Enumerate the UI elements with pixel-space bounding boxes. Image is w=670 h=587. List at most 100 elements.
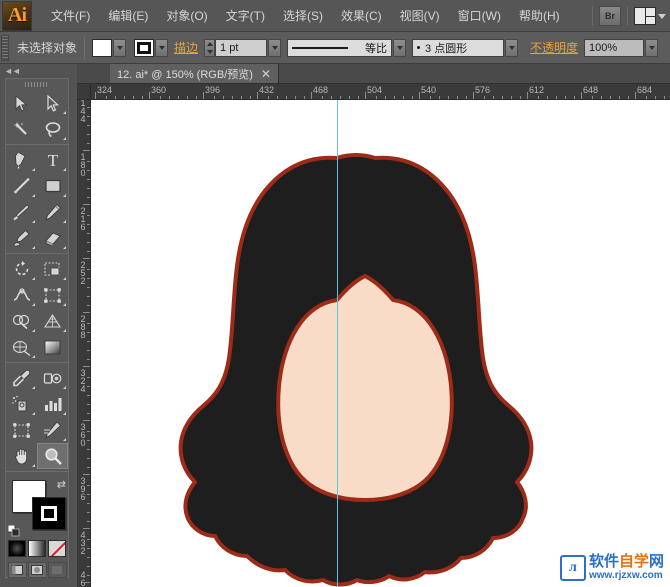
stroke-weight-dropdown-button[interactable] — [268, 38, 282, 57]
swap-fill-stroke-icon[interactable]: ⇄ — [57, 478, 66, 491]
horizontal-ruler[interactable]: 324 360 396 432 468 504 540 576 612 648 … — [77, 84, 670, 100]
menu-edit[interactable]: 编辑(E) — [99, 3, 157, 28]
workspace-switcher-button[interactable] — [634, 7, 666, 25]
menu-select[interactable]: 选择(S) — [274, 3, 332, 28]
stroke-dropdown-button[interactable] — [155, 38, 169, 57]
artboard-canvas[interactable]: л 软件自学网 www.rjzxw.com — [91, 100, 670, 587]
opacity-dropdown-button[interactable] — [645, 38, 659, 57]
zoom-tool[interactable] — [37, 443, 68, 469]
stroke-control[interactable] — [134, 38, 169, 57]
opacity-control[interactable]: 100% — [584, 38, 659, 57]
stroke-profile-dropdown-button[interactable] — [393, 38, 407, 57]
mesh-tool[interactable] — [6, 334, 37, 360]
menu-window[interactable]: 窗口(W) — [449, 3, 510, 28]
tool-flyout-indicator-icon — [32, 303, 35, 306]
rectangle-tool[interactable] — [37, 173, 68, 199]
slice-tool[interactable] — [37, 417, 68, 443]
stroke-weight-stepper[interactable] — [204, 38, 216, 57]
chevron-down-icon — [648, 45, 655, 50]
fullscreen-mode-button[interactable] — [47, 562, 67, 578]
fill-dropdown-button[interactable] — [113, 38, 127, 57]
watermark-site-name: 软件自学网 — [589, 554, 664, 569]
opacity-input[interactable]: 100% — [584, 38, 645, 57]
collapse-panel-icon[interactable]: ◄◄ — [4, 66, 21, 76]
direct-selection-tool[interactable] — [37, 90, 68, 116]
cartoon-head-illustration[interactable] — [91, 100, 670, 587]
menu-view[interactable]: 视图(V) — [391, 3, 449, 28]
fill-swatch[interactable] — [92, 38, 113, 57]
column-graph-tool[interactable] — [37, 391, 68, 417]
free-transform-tool[interactable] — [37, 282, 68, 308]
stroke-profile-display[interactable]: 等比 — [287, 38, 393, 57]
stroke-weight-control[interactable]: 1 pt — [204, 38, 282, 57]
brush-label: 3 点圆形 — [425, 42, 468, 55]
tool-flyout-indicator-icon — [32, 412, 35, 415]
type-tool[interactable]: T — [37, 147, 68, 173]
toolbox-stroke-swatch[interactable] — [32, 497, 66, 530]
gradient-tool[interactable] — [37, 334, 68, 360]
lasso-tool[interactable] — [37, 116, 68, 142]
pencil-tool[interactable] — [37, 199, 68, 225]
symbol-sprayer-tool[interactable] — [6, 391, 37, 417]
chevron-down-icon — [271, 45, 278, 50]
watermark-text-blue-1: 软件 — [588, 553, 619, 570]
brush-dropdown-button[interactable] — [505, 38, 519, 57]
menu-type[interactable]: 文字(T) — [217, 3, 274, 28]
blob-brush-tool[interactable] — [6, 225, 37, 251]
fill-control[interactable] — [92, 38, 127, 57]
tool-flyout-indicator-icon — [63, 386, 66, 389]
svg-text:T: T — [47, 151, 58, 169]
menu-help[interactable]: 帮助(H) — [510, 3, 569, 28]
close-icon[interactable]: ✕ — [261, 68, 271, 80]
line-segment-tool[interactable] — [6, 173, 37, 199]
stroke-panel-link[interactable]: 描边 — [174, 39, 198, 56]
toolbox-grip[interactable] — [6, 79, 68, 90]
vertical-guide — [337, 100, 338, 587]
magic-wand-tool[interactable] — [6, 116, 37, 142]
watermark-text-orange: 自学 — [618, 553, 649, 570]
shape-builder-tool[interactable] — [6, 308, 37, 334]
normal-screen-mode-button[interactable] — [7, 562, 27, 578]
stroke-weight-input[interactable]: 1 pt — [215, 38, 268, 57]
brush-definition-display[interactable]: 3 点圆形 — [412, 38, 505, 57]
rotate-tool[interactable] — [6, 256, 37, 282]
hand-tool[interactable] — [6, 443, 37, 469]
bridge-button[interactable]: Br — [599, 6, 621, 26]
scale-tool[interactable] — [37, 256, 68, 282]
stroke-swatch[interactable] — [134, 38, 155, 57]
selection-tool[interactable] — [6, 90, 37, 116]
vruler-label: 144 — [78, 100, 88, 122]
opacity-panel-link[interactable]: 不透明度 — [530, 39, 578, 56]
default-fill-stroke-icon[interactable] — [7, 524, 20, 537]
brush-definition-control[interactable]: 3 点圆形 — [412, 38, 519, 57]
hruler-label: 324 — [97, 85, 113, 95]
eyedropper-tool[interactable] — [6, 365, 37, 391]
stroke-profile-control[interactable]: 等比 — [287, 38, 407, 57]
eraser-tool[interactable] — [37, 225, 68, 251]
tool-flyout-indicator-icon — [63, 438, 66, 441]
width-tool[interactable] — [6, 282, 37, 308]
menu-file[interactable]: 文件(F) — [42, 3, 99, 28]
paintbrush-tool[interactable] — [6, 199, 37, 225]
pen-tool[interactable] — [6, 147, 37, 173]
none-mode-button[interactable] — [48, 540, 66, 557]
toolbox-panel: T ⇄ — [5, 78, 69, 578]
tool-flyout-indicator-icon — [63, 111, 66, 114]
chevron-down-icon — [396, 45, 403, 50]
vruler-label: 360 — [78, 422, 88, 446]
menu-effect[interactable]: 效果(C) — [332, 3, 391, 28]
tool-flyout-indicator-icon — [32, 386, 35, 389]
gradient-mode-button[interactable] — [28, 540, 46, 557]
fullscreen-menubar-mode-button[interactable] — [27, 562, 47, 578]
document-tab[interactable]: 12. ai* @ 150% (RGB/预览) ✕ — [110, 64, 279, 83]
artboard-tool[interactable] — [6, 417, 37, 443]
control-bar-grip[interactable] — [1, 34, 9, 61]
menu-object[interactable]: 对象(O) — [157, 3, 216, 28]
vertical-ruler[interactable]: 144 180 216 252 288 324 360 396 432 468 — [77, 100, 91, 587]
blend-tool[interactable] — [37, 365, 68, 391]
vruler-label: 216 — [78, 206, 88, 230]
perspective-grid-tool[interactable] — [37, 308, 68, 334]
color-mode-button[interactable] — [8, 540, 26, 557]
left-dock-strip: ◄◄ T ⇄ — [0, 64, 77, 587]
tool-grid: T — [6, 90, 68, 474]
